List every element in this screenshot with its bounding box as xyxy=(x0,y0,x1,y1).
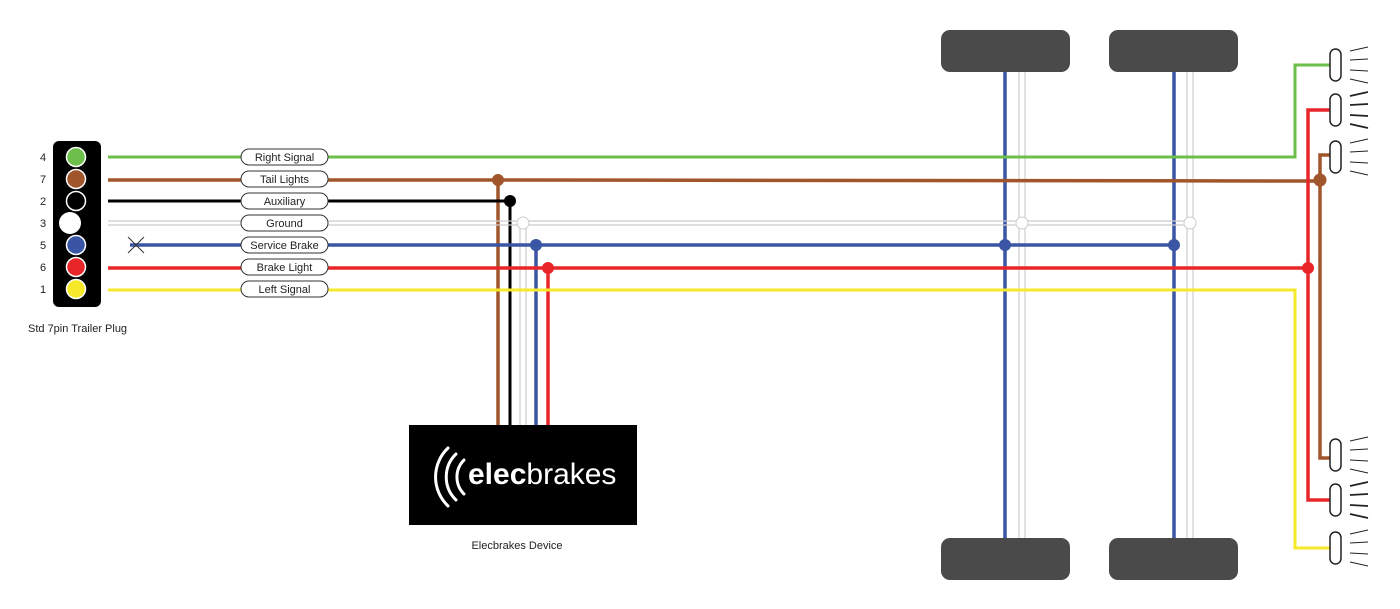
brake-axles xyxy=(1003,72,1176,538)
elecbrakes-device: elecbrakes xyxy=(409,425,637,525)
lamp-icon xyxy=(1329,138,1369,176)
wheel-rear-left xyxy=(1109,30,1238,72)
pin-4 xyxy=(65,146,87,168)
junction-ground xyxy=(516,216,530,230)
lamp-icon xyxy=(1329,91,1369,129)
pin-2 xyxy=(65,190,87,212)
pin-7 xyxy=(65,168,87,190)
pin-number: 7 xyxy=(40,174,46,186)
wire-label: Auxiliary xyxy=(264,196,306,208)
wire-label: Tail Lights xyxy=(260,174,309,186)
wire-label: Brake Light xyxy=(257,262,313,274)
junction-brake-axle xyxy=(999,239,1011,251)
wheel-rear-right xyxy=(1109,538,1238,580)
wire-label: Right Signal xyxy=(255,152,314,164)
pin-number: 5 xyxy=(40,240,46,252)
pin-number: 6 xyxy=(40,262,46,274)
pin-number: 3 xyxy=(40,218,46,230)
lamp-icon xyxy=(1329,529,1369,567)
junction-ground-axle xyxy=(1183,216,1197,230)
wheel-front-left xyxy=(941,30,1070,72)
tail-lamps xyxy=(1329,46,1369,567)
lamp-icon xyxy=(1329,46,1369,84)
junctions xyxy=(492,173,1327,274)
device-caption: Elecbrakes Device xyxy=(471,540,562,552)
wire-brake-light xyxy=(108,108,1330,502)
pin-number: 1 xyxy=(40,284,46,296)
wire-left-signal xyxy=(108,288,1330,550)
plug-title: Std 7pin Trailer Plug xyxy=(28,323,127,335)
junction-tail-right xyxy=(1313,173,1327,187)
junction-brake xyxy=(530,239,542,251)
pin-number: 4 xyxy=(40,152,46,164)
wire-auxiliary xyxy=(108,199,512,425)
pin-1 xyxy=(65,278,87,300)
pin-number: 2 xyxy=(40,196,46,208)
lamp-icon xyxy=(1329,481,1369,519)
junction-aux xyxy=(504,195,516,207)
wheel-front-right xyxy=(941,538,1070,580)
pin-3 xyxy=(59,212,81,234)
pin-5 xyxy=(65,234,87,256)
wire-label: Left Signal xyxy=(259,284,311,296)
wire-label: Ground xyxy=(266,218,303,230)
junction-brake-light xyxy=(542,262,554,274)
wire-right-signal xyxy=(108,63,1330,159)
wire-label: Service Brake xyxy=(250,240,318,252)
lamp-icon xyxy=(1329,436,1369,474)
junction-tail xyxy=(492,174,504,186)
pin-6 xyxy=(65,256,87,278)
junction-brake-axle xyxy=(1168,239,1180,251)
wiring-diagram: Std 7pin Trailer Plug elecbrakes Elecbra… xyxy=(28,30,1369,580)
trailer-plug xyxy=(53,141,101,307)
device-logo: elecbrakes xyxy=(468,458,616,491)
ground-axles xyxy=(1018,72,1194,538)
junction-brake-light-right xyxy=(1302,262,1314,274)
junction-ground-axle xyxy=(1015,216,1029,230)
